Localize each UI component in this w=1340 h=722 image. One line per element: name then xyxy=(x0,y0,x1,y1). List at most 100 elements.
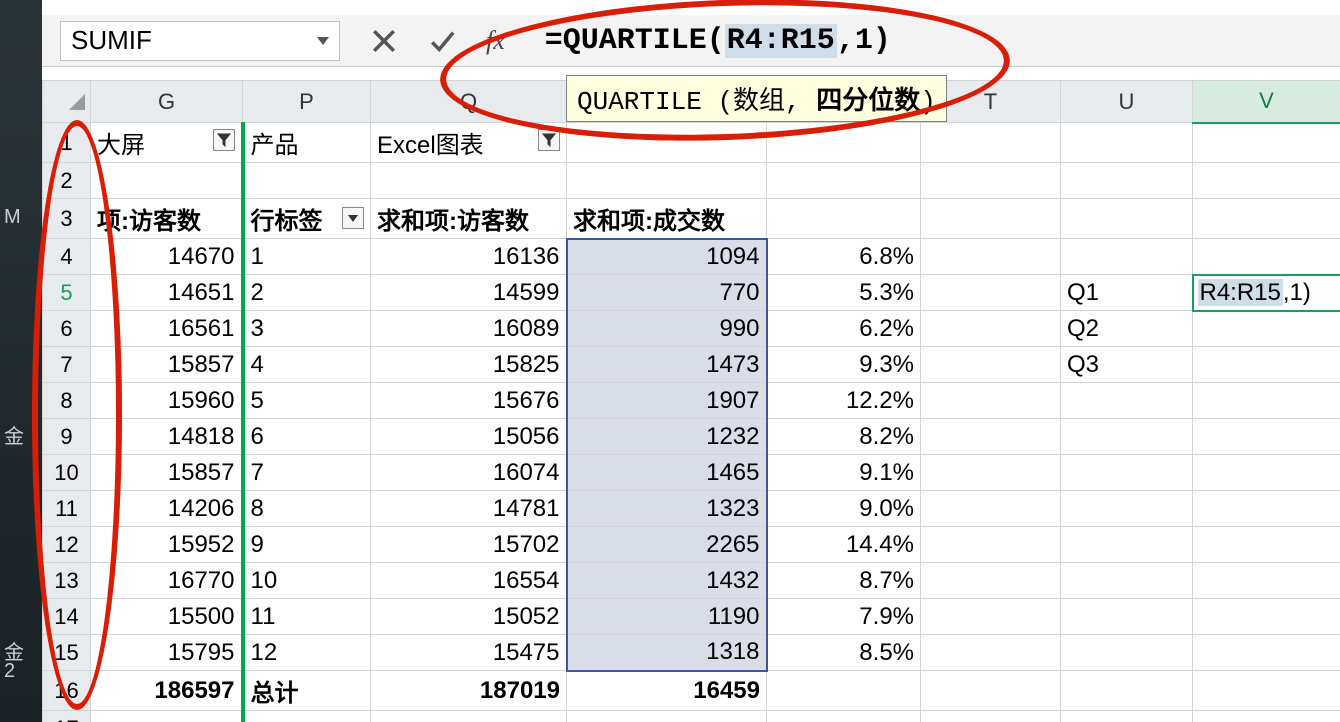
cell[interactable]: 6 xyxy=(243,419,371,455)
row-header[interactable]: 6 xyxy=(43,311,91,347)
row-header[interactable]: 9 xyxy=(43,419,91,455)
cell[interactable]: 1190 xyxy=(567,599,767,635)
cell[interactable]: 187019 xyxy=(371,671,567,711)
cell[interactable]: Q2 xyxy=(1061,311,1193,347)
select-all-corner[interactable] xyxy=(43,81,91,123)
cell[interactable]: 5 xyxy=(243,383,371,419)
cell[interactable] xyxy=(1061,239,1193,275)
row-header[interactable]: 13 xyxy=(43,563,91,599)
row-header[interactable]: 1 xyxy=(43,123,91,163)
cell[interactable]: 16089 xyxy=(371,311,567,347)
cell[interactable] xyxy=(921,527,1061,563)
cell[interactable]: 1232 xyxy=(567,419,767,455)
row-header[interactable]: 11 xyxy=(43,491,91,527)
cell[interactable] xyxy=(1193,347,1340,383)
row-header[interactable]: 15 xyxy=(43,635,91,671)
cell[interactable]: 15857 xyxy=(91,347,243,383)
active-cell[interactable]: R4:R15,1) xyxy=(1193,275,1340,311)
cell[interactable]: 15795 xyxy=(91,635,243,671)
row-header[interactable]: 4 xyxy=(43,239,91,275)
cell[interactable]: 16136 xyxy=(371,239,567,275)
cell[interactable]: 14651 xyxy=(91,275,243,311)
cell[interactable] xyxy=(1061,383,1193,419)
cell[interactable]: 产品 xyxy=(243,123,371,163)
cell[interactable] xyxy=(921,347,1061,383)
cell[interactable] xyxy=(1193,123,1340,163)
cell[interactable] xyxy=(921,455,1061,491)
cell[interactable] xyxy=(371,711,567,722)
dropdown-icon[interactable] xyxy=(342,207,364,229)
cell[interactable] xyxy=(921,711,1061,722)
cell[interactable] xyxy=(243,711,371,722)
row-header[interactable]: 17 xyxy=(43,711,91,722)
confirm-icon[interactable] xyxy=(428,27,456,55)
cell[interactable] xyxy=(1061,419,1193,455)
cell[interactable]: 16554 xyxy=(371,563,567,599)
cancel-icon[interactable] xyxy=(370,27,398,55)
cell[interactable] xyxy=(567,163,767,199)
cell[interactable] xyxy=(1193,383,1340,419)
cell[interactable] xyxy=(1061,455,1193,491)
row-header[interactable]: 3 xyxy=(43,199,91,239)
cell[interactable] xyxy=(1193,163,1340,199)
cell[interactable]: 9.1% xyxy=(767,455,921,491)
cell[interactable] xyxy=(1061,199,1193,239)
cell[interactable]: 1318 xyxy=(567,635,767,671)
cell[interactable] xyxy=(921,199,1061,239)
cell[interactable] xyxy=(767,163,921,199)
name-box[interactable]: SUMIF xyxy=(60,21,340,61)
cell[interactable]: 14.4% xyxy=(767,527,921,563)
cell[interactable]: 8.5% xyxy=(767,635,921,671)
cell[interactable] xyxy=(921,123,1061,163)
cell[interactable] xyxy=(91,163,243,199)
fx-icon[interactable]: fx xyxy=(486,26,505,56)
cell[interactable]: 4 xyxy=(243,347,371,383)
cell[interactable]: 项:访客数 xyxy=(91,199,243,239)
cell[interactable]: 6.2% xyxy=(767,311,921,347)
cell[interactable]: 7 xyxy=(243,455,371,491)
cell[interactable] xyxy=(921,239,1061,275)
cell[interactable]: 14599 xyxy=(371,275,567,311)
cell[interactable]: 求和项:成交数 xyxy=(567,199,767,239)
row-header[interactable]: 7 xyxy=(43,347,91,383)
cell[interactable] xyxy=(1193,635,1340,671)
cell[interactable]: 1907 xyxy=(567,383,767,419)
cell[interactable] xyxy=(921,311,1061,347)
cell[interactable]: 770 xyxy=(567,275,767,311)
cell[interactable] xyxy=(921,163,1061,199)
filter-icon[interactable] xyxy=(538,129,560,151)
cell[interactable]: 14670 xyxy=(91,239,243,275)
formula-input[interactable]: =QUARTILE(R4:R15,1) xyxy=(545,24,891,58)
cell[interactable]: 15960 xyxy=(91,383,243,419)
cell[interactable] xyxy=(921,275,1061,311)
cell[interactable]: 2 xyxy=(243,275,371,311)
cell[interactable]: 大屏 xyxy=(91,123,243,163)
cell[interactable] xyxy=(1061,123,1193,163)
cell[interactable] xyxy=(1061,635,1193,671)
cell[interactable]: 16770 xyxy=(91,563,243,599)
cell[interactable] xyxy=(1061,671,1193,711)
cell[interactable]: 9.0% xyxy=(767,491,921,527)
cell[interactable]: 14206 xyxy=(91,491,243,527)
cell[interactable]: 9.3% xyxy=(767,347,921,383)
cell[interactable] xyxy=(767,123,921,163)
cell[interactable]: 15052 xyxy=(371,599,567,635)
cell[interactable]: 15056 xyxy=(371,419,567,455)
cell[interactable] xyxy=(1061,563,1193,599)
cell[interactable] xyxy=(1061,527,1193,563)
cell[interactable] xyxy=(1193,419,1340,455)
col-header-U[interactable]: U xyxy=(1061,81,1193,123)
cell[interactable]: Q1 xyxy=(1061,275,1193,311)
cell[interactable]: 2265 xyxy=(567,527,767,563)
cell[interactable] xyxy=(243,163,371,199)
cell[interactable] xyxy=(1061,163,1193,199)
cell[interactable] xyxy=(1193,455,1340,491)
cell[interactable] xyxy=(1193,199,1340,239)
cell[interactable] xyxy=(921,599,1061,635)
cell[interactable] xyxy=(1193,711,1340,722)
row-header[interactable]: 16 xyxy=(43,671,91,711)
cell[interactable]: Excel图表 xyxy=(371,123,567,163)
row-header[interactable]: 2 xyxy=(43,163,91,199)
cell[interactable] xyxy=(1061,491,1193,527)
cell[interactable] xyxy=(1193,527,1340,563)
